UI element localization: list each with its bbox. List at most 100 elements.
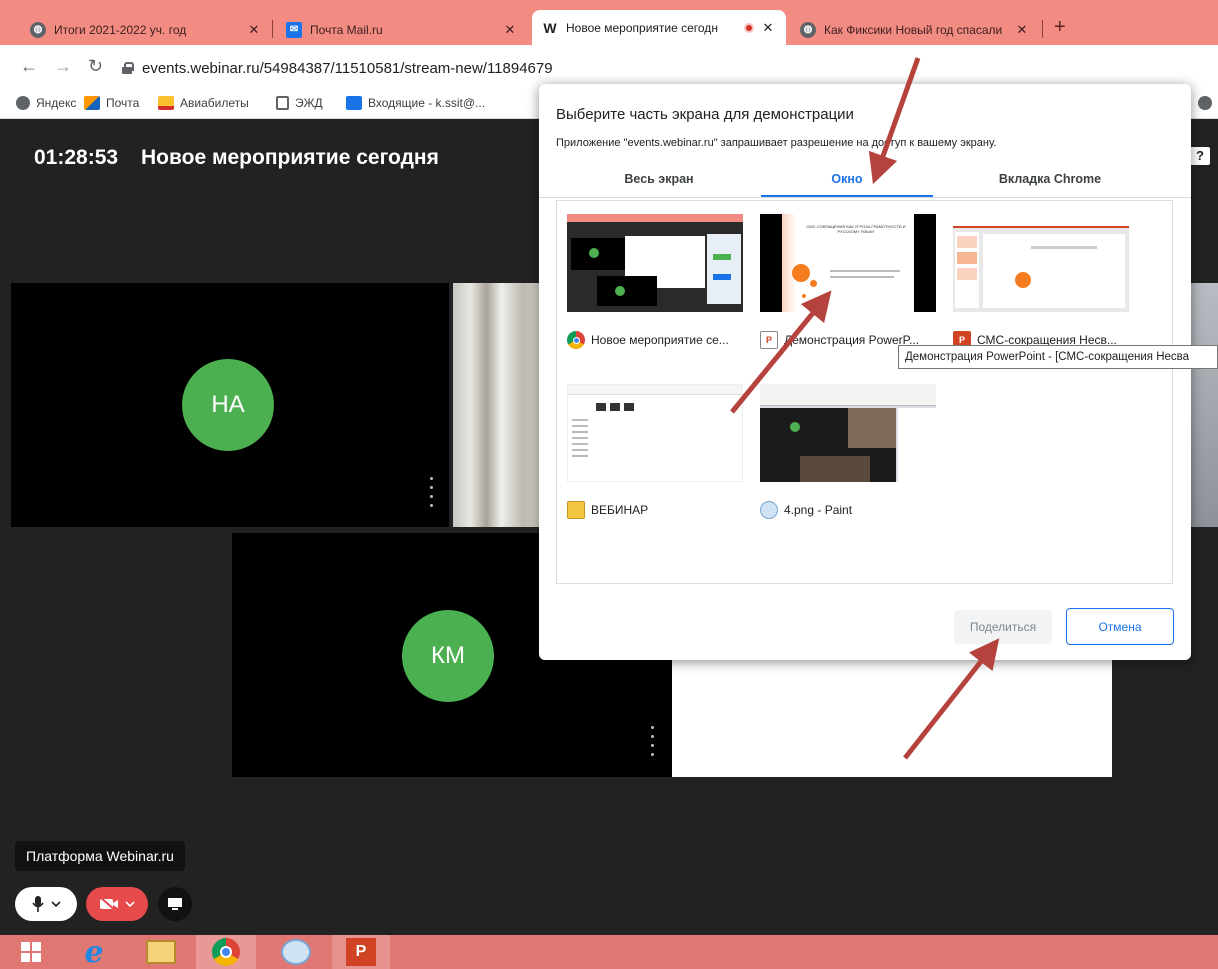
url-text: events.webinar.ru/54984387/11510581/stre…	[142, 59, 553, 77]
dialog-title: Выберите часть экрана для демонстрации	[556, 106, 854, 123]
taskbar-powerpoint[interactable]: P	[332, 935, 390, 969]
webinar-w-icon: W	[543, 19, 557, 36]
tab-divider	[1042, 20, 1043, 38]
close-icon[interactable]: ✕	[760, 20, 776, 36]
bookmark-label: Входящие - k.ssit@...	[368, 96, 486, 110]
screen-share-button[interactable]	[158, 887, 192, 921]
mail-icon: ✉	[286, 21, 302, 38]
reload-icon[interactable]: ↻	[88, 56, 103, 77]
chrome-icon	[212, 938, 240, 966]
paint-icon	[760, 501, 778, 519]
window-title: ВЕБИНАР	[591, 503, 649, 517]
mail-icon	[346, 96, 362, 110]
more-options-icon[interactable]	[430, 477, 434, 507]
divider	[539, 197, 1191, 198]
microphone-toggle[interactable]	[15, 887, 77, 921]
cancel-button[interactable]: Отмена	[1066, 608, 1174, 645]
bookmark-ezhd[interactable]: ЭЖД	[276, 96, 323, 110]
window-list: Новое мероприятие се... СМС-СОКРАЩЕНИЯ К…	[556, 200, 1173, 584]
start-button[interactable]	[14, 935, 48, 969]
recording-icon	[744, 22, 754, 33]
help-button[interactable]: ?	[1190, 147, 1210, 165]
taskbar-paint[interactable]	[266, 935, 326, 969]
forward-arrow-icon[interactable]: →	[54, 56, 72, 77]
window-title: 4.png - Paint	[784, 503, 853, 517]
window-label: ВЕБИНАР	[567, 501, 757, 519]
globe-icon[interactable]	[1198, 96, 1212, 110]
dialog-subtitle: Приложение "events.webinar.ru" запрашива…	[556, 137, 997, 149]
platform-badge: Платформа Webinar.ru	[15, 841, 185, 871]
document-icon	[276, 96, 289, 110]
globe-icon	[16, 96, 30, 110]
window-thumbnail	[760, 384, 936, 482]
tab-title: Итоги 2021-2022 уч. год	[54, 22, 187, 37]
folder-icon	[567, 501, 585, 519]
mail-envelope-icon	[84, 96, 100, 110]
tab-fixiki[interactable]: ◍ Как Фиксики Новый год спасали ✕	[790, 14, 1040, 45]
avatar: КМ	[402, 610, 494, 702]
tab-chrome-tab[interactable]: Вкладка Chrome	[960, 172, 1140, 198]
bookmark-label: ЭЖД	[295, 96, 323, 110]
window-label: 4.png - Paint	[760, 501, 950, 519]
folder-icon	[146, 940, 176, 964]
back-arrow-icon[interactable]: ←	[20, 56, 38, 77]
powerpoint-icon: P	[760, 331, 778, 349]
window-title: Новое мероприятие се...	[591, 333, 729, 347]
close-icon[interactable]: ✕	[1014, 22, 1030, 38]
tab-divider	[272, 20, 273, 38]
lock-icon	[122, 62, 134, 74]
globe-icon: ◍	[800, 21, 816, 38]
screen-share-dialog: Выберите часть экрана для демонстрации П…	[539, 84, 1191, 660]
share-button[interactable]: Поделиться	[954, 610, 1052, 644]
tab-title: Новое мероприятие сегодн	[566, 20, 718, 35]
paint-icon	[281, 939, 311, 965]
bookmark-yandex[interactable]: Яндекс	[16, 96, 76, 110]
bag-icon	[158, 96, 174, 110]
more-options-icon[interactable]	[651, 726, 655, 756]
taskbar-chrome[interactable]	[196, 935, 256, 969]
monitor-icon	[168, 898, 182, 910]
tab-title: Как Фиксики Новый год спасали	[824, 22, 1003, 37]
participant-video[interactable]	[1190, 283, 1218, 527]
new-tab-button[interactable]: +	[1054, 16, 1066, 39]
window-label: Новое мероприятие се...	[567, 331, 757, 349]
window-thumbnail	[567, 384, 743, 482]
tab-mail[interactable]: ✉ Почта Mail.ru ✕	[276, 14, 528, 45]
powerpoint-icon: P	[346, 938, 376, 966]
chevron-down-icon[interactable]	[51, 900, 61, 908]
camera-off-icon	[99, 897, 118, 911]
bookmark-label: Авиабилеты	[180, 96, 249, 110]
tab-entire-screen[interactable]: Весь экран	[569, 172, 749, 198]
chevron-down-icon[interactable]	[125, 900, 135, 908]
event-title: Новое мероприятие сегодня	[141, 146, 439, 169]
slide-title: СМС-СОКРАЩЕНИЯ КАК УГРОЗА ГРАМОТНОСТИ И …	[806, 224, 906, 234]
globe-icon: ◍	[30, 21, 46, 38]
address-bar[interactable]: events.webinar.ru/54984387/11510581/stre…	[122, 53, 1202, 83]
shared-content-tile	[672, 659, 1112, 777]
window-tooltip: Демонстрация PowerPoint - [СМС-сокращени…	[898, 345, 1218, 369]
windows-logo-icon	[21, 942, 41, 962]
windows-taskbar: e P	[0, 935, 1218, 969]
close-icon[interactable]: ✕	[502, 22, 518, 38]
session-timer: 01:28:53	[34, 146, 119, 169]
bookmark-label: Яндекс	[36, 96, 77, 110]
participant-video[interactable]	[453, 283, 541, 527]
participant-tile[interactable]: НА	[11, 283, 449, 527]
window-thumbnail	[953, 214, 1129, 312]
tab-webinar[interactable]: W Новое мероприятие сегодн ✕	[532, 10, 786, 45]
taskbar-ie[interactable]: e	[72, 935, 116, 969]
window-thumbnail	[567, 214, 743, 312]
chrome-icon	[567, 331, 585, 349]
bookmark-aviabilety[interactable]: Авиабилеты	[158, 96, 249, 110]
bookmark-label: Почта	[106, 96, 140, 110]
bookmark-pochta[interactable]: Почта	[84, 96, 139, 110]
tab-itogi[interactable]: ◍ Итоги 2021-2022 уч. год ✕	[20, 14, 272, 45]
browser-tab-strip: ◍ Итоги 2021-2022 уч. год ✕ ✉ Почта Mail…	[0, 0, 1218, 45]
avatar: НА	[182, 359, 274, 451]
microphone-icon	[32, 896, 44, 912]
close-icon[interactable]: ✕	[246, 22, 262, 38]
camera-toggle[interactable]	[86, 887, 148, 921]
bookmark-vhodyashchie[interactable]: Входящие - k.ssit@...	[346, 96, 485, 110]
taskbar-explorer[interactable]	[136, 935, 186, 969]
tab-title: Почта Mail.ru	[310, 22, 383, 37]
